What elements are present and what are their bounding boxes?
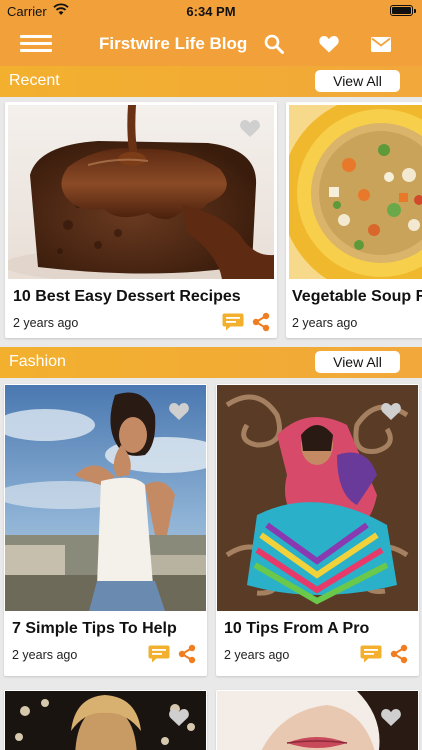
post-image — [8, 105, 274, 279]
heart-icon[interactable] — [318, 33, 340, 55]
post-card[interactable]: 7 Simple Tips To Help 2 years ago — [4, 384, 207, 676]
post-title[interactable]: 7 Simple Tips To Help — [12, 620, 177, 638]
section-title: Fashion — [9, 353, 66, 370]
post-title[interactable]: Vegetable Soup R — [292, 288, 422, 306]
post-title[interactable]: 10 Best Easy Dessert Recipes — [13, 288, 241, 306]
post-time: 2 years ago — [12, 648, 78, 662]
heart-icon[interactable] — [239, 118, 261, 138]
status-bar: Carrier 6:34 PM — [0, 0, 422, 22]
comment-icon[interactable] — [360, 645, 382, 663]
search-icon[interactable] — [263, 33, 285, 55]
view-all-button[interactable]: View All — [315, 70, 400, 92]
menu-icon[interactable] — [20, 35, 52, 53]
heart-icon[interactable] — [168, 401, 190, 421]
nav-bar: Firstwire Life Blog — [0, 22, 422, 66]
share-icon[interactable] — [177, 644, 197, 664]
section-title: Recent — [9, 72, 60, 89]
post-card[interactable]: 10 Best Easy Dessert Recipes 2 years ago — [5, 102, 277, 338]
battery-icon — [390, 5, 416, 16]
heart-icon[interactable] — [380, 401, 402, 421]
share-icon[interactable] — [389, 644, 409, 664]
share-icon[interactable] — [251, 312, 271, 332]
post-card[interactable] — [216, 690, 419, 750]
view-all-button[interactable]: View All — [315, 351, 400, 373]
section-header-recent: Recent View All — [0, 66, 422, 97]
post-card[interactable] — [4, 690, 207, 750]
heart-icon[interactable] — [168, 707, 190, 727]
mail-icon[interactable] — [370, 33, 392, 55]
comment-icon[interactable] — [222, 313, 244, 331]
section-header-fashion: Fashion View All — [0, 347, 422, 378]
post-image — [289, 105, 422, 279]
post-card[interactable]: Vegetable Soup R 2 years ago — [286, 102, 422, 338]
heart-icon[interactable] — [380, 707, 402, 727]
post-time: 2 years ago — [13, 316, 79, 330]
post-time: 2 years ago — [224, 648, 290, 662]
post-card[interactable]: 10 Tips From A Pro 2 years ago — [216, 384, 419, 676]
post-title[interactable]: 10 Tips From A Pro — [224, 620, 369, 638]
status-time: 6:34 PM — [186, 4, 236, 19]
comment-icon[interactable] — [148, 645, 170, 663]
post-time: 2 years ago — [292, 316, 358, 330]
app-title: Firstwire Life Blog — [99, 34, 248, 53]
